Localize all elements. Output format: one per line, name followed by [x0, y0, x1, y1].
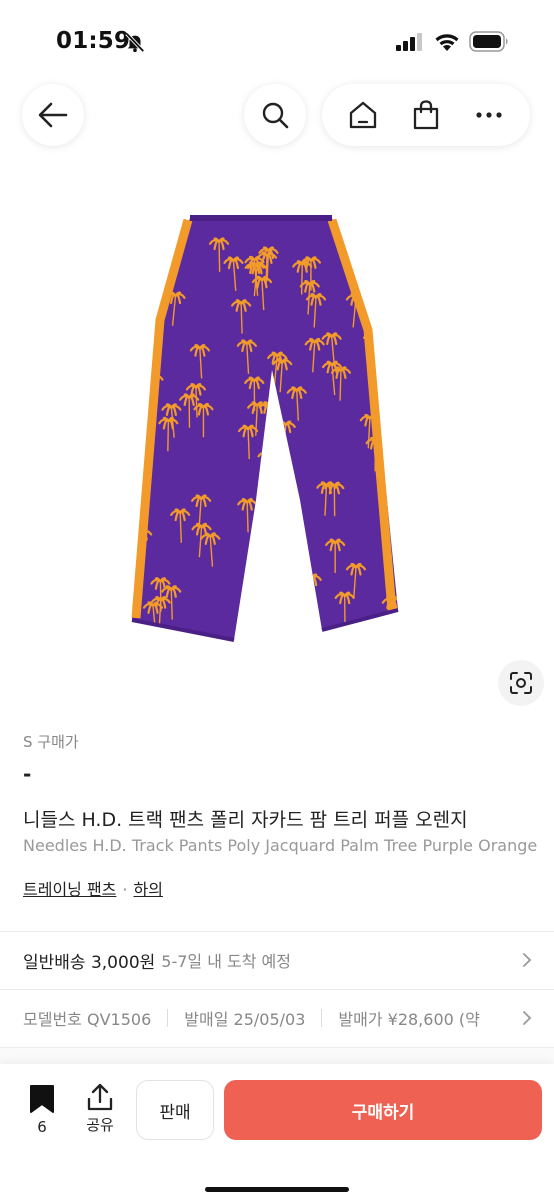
release-date: 발매일 25/05/03 [184, 1010, 306, 1029]
product-title-english: Needles H.D. Track Pants Poly Jacquard P… [23, 836, 538, 855]
sell-button[interactable]: 판매 [136, 1080, 214, 1140]
palm-motif [248, 574, 269, 609]
cart-button[interactable] [404, 93, 448, 137]
palm-motif [386, 403, 398, 439]
product-title-korean: 니들스 H.D. 트랙 팬츠 폴리 자카드 팜 트리 퍼플 오렌지 [23, 809, 468, 831]
purchase-price: - [23, 762, 32, 786]
buy-button[interactable]: 구매하기 [224, 1080, 542, 1140]
release-price: 발매가 ¥28,600 (약 [338, 1010, 480, 1029]
category-link-bottoms[interactable]: 하의 [134, 880, 163, 899]
wishlist-button[interactable]: 6 [22, 1084, 62, 1144]
palm-motif [259, 588, 280, 623]
meta-separator [167, 1009, 169, 1027]
category-separator: · [122, 880, 128, 899]
palm-motif [274, 486, 295, 521]
product-image[interactable] [120, 200, 420, 670]
meta-separator [321, 1009, 323, 1027]
battery-icon [469, 31, 508, 52]
more-icon [476, 112, 502, 118]
palm-motif [387, 489, 398, 524]
palm-motif [378, 355, 398, 390]
home-icon [350, 101, 377, 129]
product-detail-page: 01:59 S 구매가 - 니들스 H.D. 트랙 팬츠 폴리 자카드 팜 트리… [0, 0, 554, 1200]
share-label: 공유 [86, 1116, 114, 1134]
palm-motif [249, 612, 270, 640]
search-icon [262, 102, 289, 129]
chevron-right-icon [520, 1011, 534, 1025]
shipping-eta: 5-7일 내 도착 예정 [161, 952, 291, 971]
search-button[interactable] [244, 84, 306, 146]
model-number: 모델번호 QV1506 [23, 1010, 152, 1029]
product-meta-row[interactable]: 모델번호 QV1506 발매일 25/05/03 발매가 ¥28,600 (약 [0, 990, 554, 1046]
bottom-action-bar: 6 공유 판매 구매하기 [0, 1064, 554, 1200]
status-time: 01:59 [56, 28, 131, 54]
wishlist-count: 6 [37, 1118, 47, 1136]
chevron-right-icon [523, 953, 532, 967]
bookmark-icon [30, 1085, 54, 1113]
home-button[interactable] [341, 93, 385, 137]
shipping-fee: 일반배송 3,000원 [23, 952, 156, 973]
lens-icon [510, 672, 532, 694]
palm-motif [245, 578, 266, 614]
wifi-icon [435, 34, 459, 51]
palm-motif [387, 479, 398, 515]
shipping-row[interactable]: 일반배송 3,000원 5-7일 내 도착 예정 [0, 932, 554, 988]
back-button[interactable] [22, 84, 84, 146]
category-breadcrumb: 트레이닝 팬츠 · 하의 [23, 876, 163, 900]
category-link-training-pants[interactable]: 트레이닝 팬츠 [23, 880, 116, 899]
signal-icon [396, 33, 422, 51]
share-icon [87, 1083, 113, 1111]
back-arrow-icon [38, 102, 68, 128]
home-indicator [205, 1187, 349, 1192]
palm-motif [132, 369, 152, 404]
status-bar: 01:59 [0, 0, 554, 80]
shopping-bag-icon [413, 100, 439, 130]
palm-motif [151, 233, 172, 269]
more-button[interactable] [467, 93, 511, 137]
bell-slash-icon [125, 32, 145, 53]
size-purchase-label[interactable]: S 구매가 [23, 731, 79, 752]
image-search-button[interactable] [498, 660, 544, 706]
top-action-group [322, 84, 530, 146]
share-button[interactable]: 공유 [78, 1082, 122, 1146]
